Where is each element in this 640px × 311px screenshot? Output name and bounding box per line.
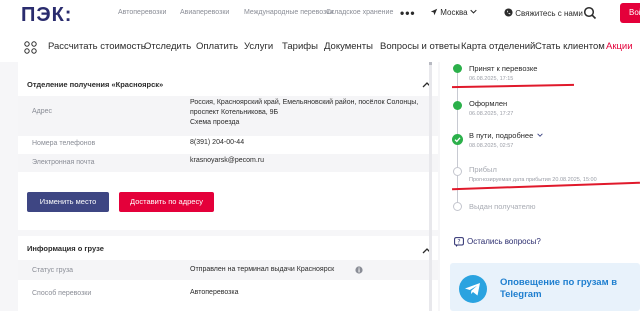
nav-tariffs[interactable]: Тарифы (282, 41, 318, 52)
question-icon: ? (454, 237, 464, 247)
scrollbar-thumb[interactable] (429, 62, 432, 65)
address-line-1: Россия, Красноярский край, Емельяновский… (190, 99, 419, 106)
scrollbar-track[interactable] (429, 62, 432, 311)
info-icon[interactable] (355, 266, 363, 274)
telegram-notify-text[interactable]: Оповещение по грузам в Telegram (500, 277, 630, 301)
step-pending-icon (453, 202, 462, 211)
nav-map[interactable]: Карта отделений (461, 41, 535, 52)
city-selector[interactable]: Москва (430, 8, 477, 17)
pek-logo[interactable]: ПЭК: (21, 4, 72, 27)
nav-become-client[interactable]: Стать клиентом (535, 41, 605, 52)
check-icon (452, 134, 463, 145)
method-label: Способ перевозки (32, 290, 92, 297)
phones-row: Номера телефонов 8(391) 204-00-44 (18, 136, 438, 154)
annotation-line (452, 181, 640, 191)
email-label: Электронная почта (32, 159, 95, 166)
questions-link[interactable]: Остались вопросы? (467, 237, 541, 246)
timeline-step-in-transit[interactable]: В пути, подробнее 08.08.2025, 02:57 (469, 131, 544, 149)
address-row: Адрес Россия, Красноярский край, Емельян… (18, 96, 438, 136)
chevron-down-icon (470, 9, 477, 14)
timeline-step-delivered: Выдан получателю (469, 202, 536, 211)
method-row: Способ перевозки Автоперевозка (18, 280, 438, 300)
email-value[interactable]: krasnoyarsk@pecom.ru (190, 157, 264, 164)
email-row: Электронная почта krasnoyarsk@pecom.ru (18, 154, 438, 172)
nav-track[interactable]: Отследить (144, 41, 191, 52)
status-row: Статус груза Отправлен на терминал выдач… (18, 260, 438, 280)
telegram-icon (459, 275, 487, 303)
nav-pay[interactable]: Оплатить (196, 41, 238, 52)
location-arrow-icon (430, 8, 438, 16)
main-nav: Рассчитать стоимость Отследить Оплатить … (0, 36, 640, 60)
top-nav-storage[interactable]: Складское хранение (326, 9, 393, 16)
phone-icon (504, 8, 513, 17)
step-title: В пути, подробнее (469, 131, 534, 140)
status-label: Статус груза (32, 267, 74, 274)
address-label: Адрес (32, 108, 53, 115)
top-nav-auto[interactable]: Автоперевозки (118, 9, 166, 16)
cargo-title: Информация о грузе (27, 244, 104, 253)
nav-promo[interactable]: Акции (606, 41, 633, 52)
step-date: 06.08.2025, 17:27 (469, 111, 514, 117)
change-location-button[interactable]: Изменить место (27, 192, 109, 212)
nav-services[interactable]: Услуги (244, 41, 273, 52)
timeline-step-registered: Оформлен 06.08.2025, 17:27 (469, 99, 513, 117)
phones-label: Номера телефонов (32, 140, 96, 147)
step-pending-icon (453, 167, 462, 176)
login-button[interactable]: Войти (620, 3, 640, 23)
office-title: Отделение получения «Красноярск» (27, 80, 164, 89)
step-date: 08.08.2025, 02:57 (469, 143, 514, 149)
annotation-line (451, 83, 575, 89)
step-forecast: Прогнозируемая дата прибытия 20.08.2025,… (469, 177, 597, 183)
method-value: Автоперевозка (190, 289, 239, 296)
step-title: Прибыл (469, 165, 497, 174)
deliver-to-address-button[interactable]: Доставить по адресу (119, 192, 214, 212)
more-icon[interactable]: ••• (400, 6, 416, 20)
step-title: Оформлен (469, 99, 508, 108)
top-bar: ПЭК: Автоперевозки Авиаперевозки Междуна… (0, 0, 640, 28)
step-done-icon (453, 101, 462, 110)
nav-calculate[interactable]: Рассчитать стоимость (48, 41, 146, 52)
svg-text:?: ? (457, 239, 460, 246)
city-name: Москва (440, 8, 468, 17)
chevron-down-icon (537, 133, 544, 137)
nav-faq[interactable]: Вопросы и ответы (380, 41, 460, 52)
contact-label: Свяжитесь с нами (515, 9, 583, 18)
menu-grid-icon[interactable] (24, 41, 37, 54)
contact-link[interactable]: Свяжитесь с нами (504, 8, 583, 18)
nav-documents[interactable]: Документы (324, 41, 373, 52)
step-done-icon (453, 64, 462, 73)
phones-value[interactable]: 8(391) 204-00-44 (190, 139, 244, 146)
step-title: Выдан получателю (469, 202, 536, 211)
step-title: Принят к перевозке (469, 64, 538, 73)
cargo-card: Информация о грузе Статус груза Отправле… (18, 236, 438, 311)
status-value: Отправлен на терминал выдачи Красноярск (190, 266, 335, 273)
address-line-2: проспект Котельникова, 9Б (190, 109, 279, 116)
top-nav-international[interactable]: Международные перевозки (244, 9, 333, 16)
timeline-step-accepted: Принят к перевозке 06.08.2025, 17:15 (469, 64, 537, 82)
map-link[interactable]: Схема проезда (190, 119, 239, 126)
step-date: 06.08.2025, 17:15 (469, 76, 514, 82)
top-nav-air[interactable]: Авиаперевозки (180, 9, 229, 16)
search-icon[interactable] (583, 6, 597, 20)
timeline-step-arrived: Прибыл Прогнозируемая дата прибытия 20.0… (469, 165, 597, 183)
